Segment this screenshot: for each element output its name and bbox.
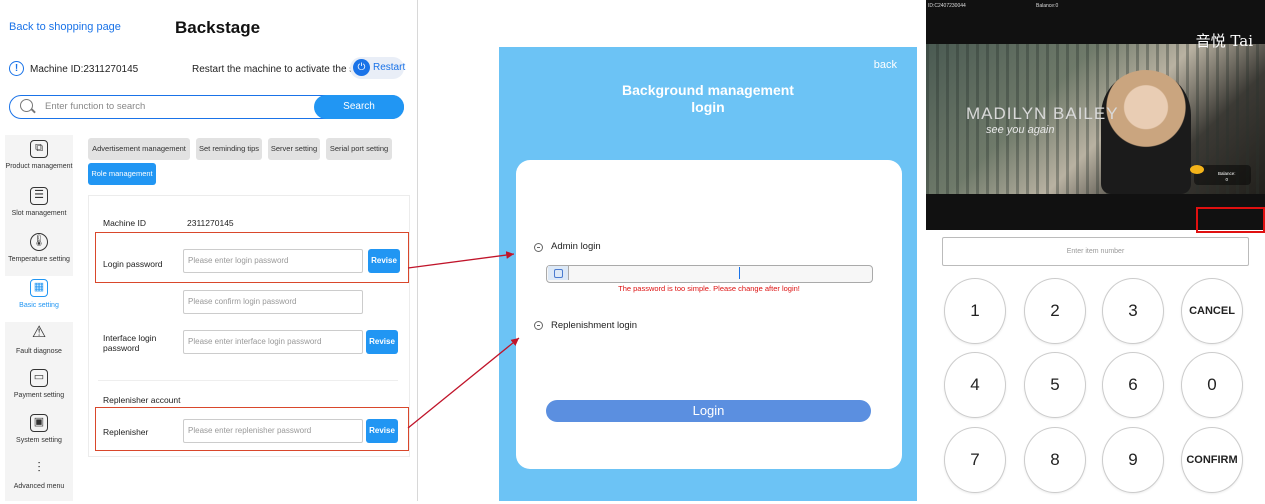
- sidebar-item-label: Payment setting: [13, 392, 65, 399]
- search-bar: Enter function to search Search: [9, 95, 404, 119]
- key-8[interactable]: 8: [1024, 427, 1086, 493]
- back-to-shopping-link[interactable]: Back to shopping page: [9, 21, 121, 33]
- artist-name: MADILYN BAILEY: [966, 104, 1119, 123]
- admin-login-label: Admin login: [551, 241, 601, 252]
- replenishment-login-label: Replenishment login: [551, 320, 638, 331]
- balance-bubble[interactable]: Balance: 0: [1190, 165, 1251, 185]
- replenisher-label: Replenisher: [103, 427, 149, 437]
- text-caret: [739, 267, 740, 279]
- item-number-input[interactable]: Enter item number: [942, 237, 1249, 266]
- admin-login-radio[interactable]: [534, 243, 543, 252]
- balance-bubble-value: 0: [1225, 177, 1229, 182]
- sidebar-item-label: System setting: [16, 437, 62, 444]
- login-password-input[interactable]: Please enter login password: [183, 249, 363, 273]
- key-0[interactable]: 0: [1181, 352, 1243, 418]
- sidebar-item-payment-setting[interactable]: ▭ Payment setting: [5, 369, 73, 413]
- sidebar-item-label: Product management: [5, 163, 73, 170]
- sidebar: ⧉ Product management ☰ Slot management 🌡…: [5, 135, 73, 501]
- key-1[interactable]: 1: [944, 278, 1006, 344]
- search-icon: [20, 99, 33, 112]
- sliders-icon: ⫶: [37, 459, 41, 475]
- coin-icon: [1190, 165, 1204, 174]
- sidebar-item-product-management[interactable]: ⧉ Product management: [5, 140, 73, 184]
- warning-icon: ⚠: [31, 324, 47, 341]
- key-9[interactable]: 9: [1102, 427, 1164, 493]
- divider: [98, 380, 398, 381]
- back-link[interactable]: back: [874, 59, 897, 71]
- sidebar-item-basic-setting[interactable]: ▦ Basic setting: [5, 276, 73, 322]
- password-error-message: The password is too simple. Please chang…: [618, 284, 800, 293]
- admin-password-input[interactable]: [546, 265, 873, 283]
- replenisher-password-input[interactable]: Please enter replenisher password: [183, 419, 363, 443]
- key-4[interactable]: 4: [944, 352, 1006, 418]
- login-button[interactable]: Login: [546, 400, 871, 422]
- brand-logo: 音悦 Tai: [1195, 32, 1253, 50]
- login-title-line1: Background management: [622, 82, 794, 98]
- search-button[interactable]: Search: [314, 95, 404, 119]
- restart-button[interactable]: ⏻ Restart: [350, 57, 406, 79]
- power-icon: ⏻: [353, 59, 370, 76]
- sidebar-item-advanced-menu[interactable]: ⫶ Advanced menu: [5, 460, 73, 504]
- sidebar-item-label: Slot management: [11, 210, 67, 217]
- sidebar-item-system-setting[interactable]: ▣ System setting: [5, 414, 73, 458]
- tab-set-reminding-tips[interactable]: Set reminding tips: [196, 138, 262, 160]
- singer-figure: [1101, 70, 1191, 194]
- status-bar: ID:C2407230044 Balance:0: [926, 0, 1265, 12]
- revise-login-password-button[interactable]: Revise: [368, 249, 400, 273]
- balance-bubble-label: Balance:: [1218, 171, 1236, 176]
- interface-password-label-1: Interface login: [103, 333, 157, 343]
- login-card: Admin login The password is too simple. …: [516, 160, 902, 469]
- replenisher-account-label: Replenisher account: [103, 395, 181, 405]
- balance-text: Balance:0: [1036, 3, 1059, 9]
- interface-password-input[interactable]: Please enter interface login password: [183, 330, 363, 354]
- key-6[interactable]: 6: [1102, 352, 1164, 418]
- login-title-line2: login: [691, 99, 725, 115]
- keypad-panel: ID:C2407230044 Balance:0 音悦 Tai MADILYN …: [926, 0, 1265, 501]
- search-input[interactable]: Enter function to search: [45, 101, 145, 112]
- interface-password-label-2: password: [103, 343, 140, 353]
- key-2[interactable]: 2: [1024, 278, 1086, 344]
- sidebar-item-slot-management[interactable]: ☰ Slot management: [5, 187, 73, 231]
- restart-label: Restart: [373, 62, 406, 73]
- video-ad[interactable]: ID:C2407230044 Balance:0 音悦 Tai MADILYN …: [926, 0, 1265, 230]
- sidebar-item-label: Temperature setting: [8, 256, 70, 263]
- box-icon: ⧉: [30, 140, 48, 158]
- login-password-label: Login password: [103, 259, 163, 269]
- page-title: Backstage: [175, 18, 261, 37]
- highlight-rectangle: [1196, 207, 1265, 233]
- sidebar-item-fault-diagnose[interactable]: ⚠ Fault diagnose: [5, 325, 73, 369]
- sidebar-item-label: Advanced menu: [13, 483, 65, 490]
- thermometer-icon: 🌡: [30, 233, 48, 251]
- sidebar-item-label: Fault diagnose: [16, 348, 62, 355]
- info-icon: !: [9, 61, 24, 76]
- key-3[interactable]: 3: [1102, 278, 1164, 344]
- key-5[interactable]: 5: [1024, 352, 1086, 418]
- machine-id-text: ID:C2407230044: [928, 3, 966, 9]
- replenishment-login-radio[interactable]: [534, 321, 543, 330]
- balance-bubble-text: Balance: 0: [1218, 171, 1236, 183]
- confirm-password-input[interactable]: Please confirm login password: [183, 290, 363, 314]
- backstage-panel: Back to shopping page Backstage ! Machin…: [0, 0, 418, 501]
- wallet-icon: ▭: [30, 369, 48, 387]
- sidebar-item-label: Basic setting: [19, 302, 59, 309]
- tab-server-setting[interactable]: Server setting: [268, 138, 320, 160]
- key-7[interactable]: 7: [944, 427, 1006, 493]
- login-panel: back Background management login Admin l…: [499, 47, 917, 501]
- sidebar-item-temperature-setting[interactable]: 🌡 Temperature setting: [5, 233, 73, 277]
- tab-advertisement-management[interactable]: Advertisement management: [88, 138, 190, 160]
- machine-id-value: 2311270145: [187, 218, 234, 228]
- chip-icon: ▣: [30, 414, 48, 432]
- tab-role-management[interactable]: Role management: [88, 163, 156, 185]
- revise-interface-password-button[interactable]: Revise: [366, 330, 398, 354]
- song-title: see you again: [986, 124, 1055, 136]
- cancel-key[interactable]: CANCEL: [1181, 278, 1243, 344]
- lock-icon: [548, 266, 569, 280]
- confirm-key[interactable]: CONFIRM: [1181, 427, 1243, 493]
- machine-id-label: Machine ID:2311270145: [30, 64, 139, 75]
- revise-replenisher-button[interactable]: Revise: [366, 419, 398, 443]
- tray-icon: ☰: [30, 187, 48, 205]
- machine-id-field-label: Machine ID: [103, 218, 146, 228]
- grid-icon: ▦: [30, 279, 48, 297]
- tab-serial-port-setting[interactable]: Serial port setting: [326, 138, 392, 160]
